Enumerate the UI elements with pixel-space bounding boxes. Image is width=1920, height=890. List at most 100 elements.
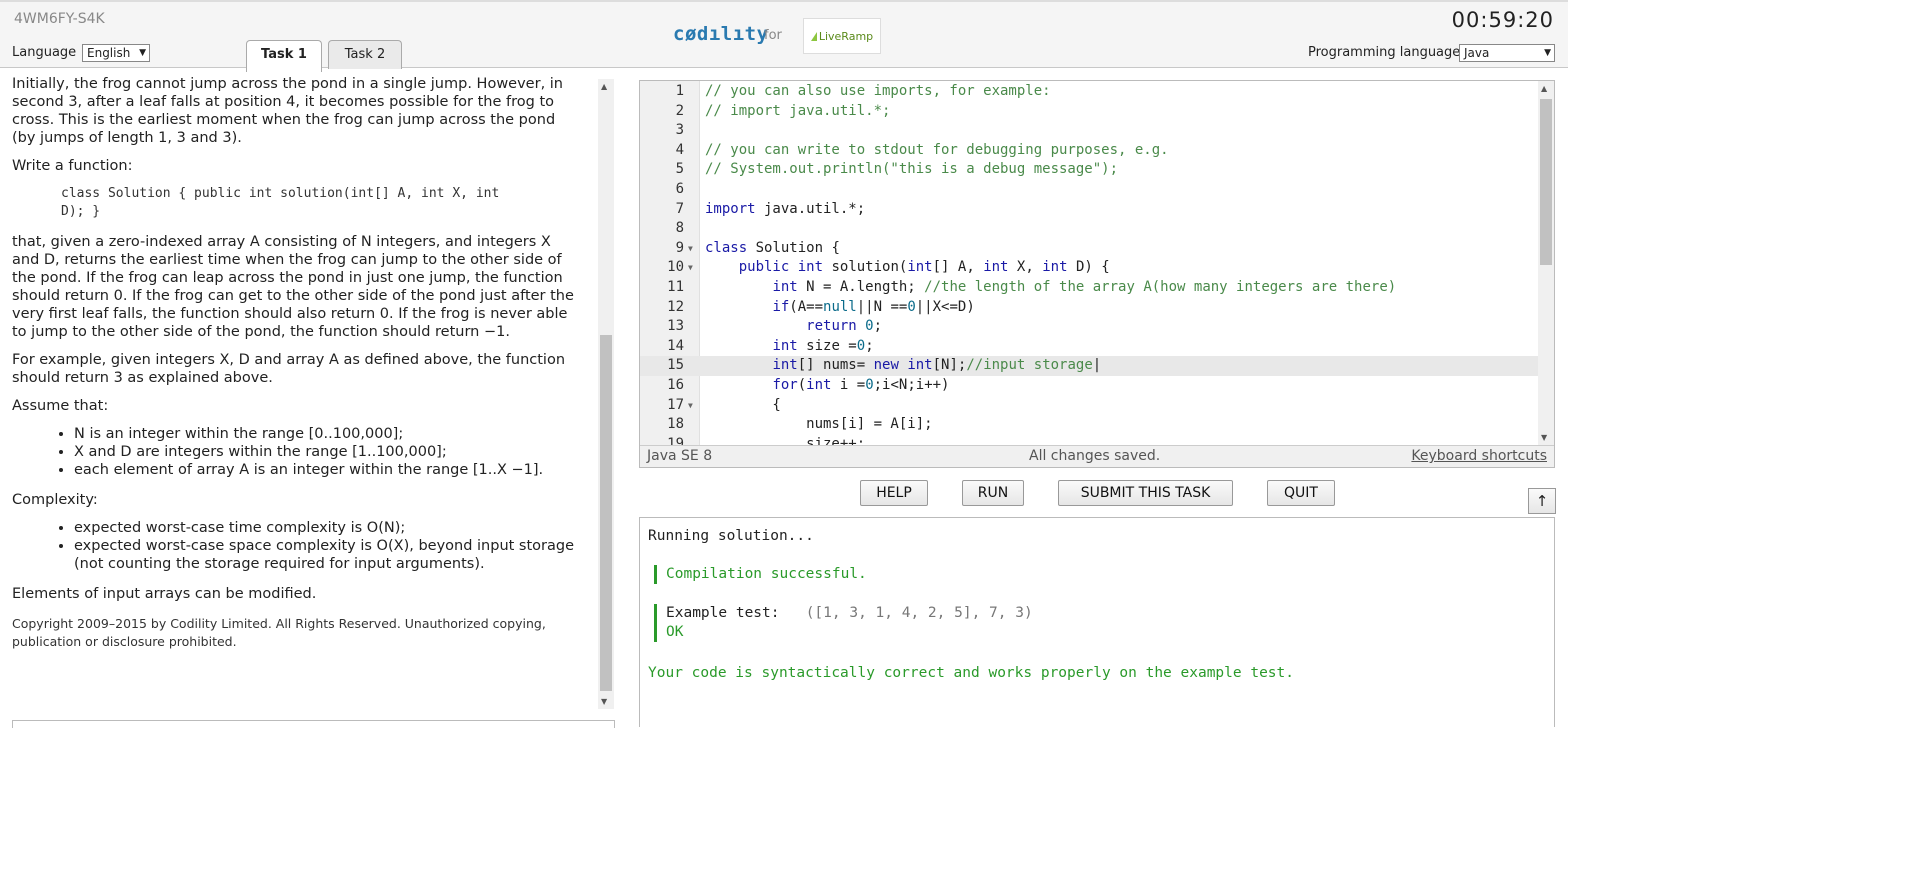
- scroll-up-icon[interactable]: ▲: [601, 82, 607, 91]
- code-line[interactable]: 5 // System.out.println("this is a debug …: [640, 160, 1538, 180]
- fold-icon[interactable]: ▼: [688, 258, 693, 278]
- tab-task-2[interactable]: Task 2: [328, 40, 402, 71]
- programming-language-value: Java: [1464, 46, 1490, 60]
- language-version: Java SE 8: [647, 448, 713, 464]
- brand-for-text: for: [764, 28, 782, 43]
- programming-language-label: Programming language: [1308, 45, 1461, 60]
- code-area[interactable]: 1 // you can also use imports, for exampl…: [640, 81, 1538, 445]
- run-button[interactable]: RUN: [962, 480, 1024, 506]
- code-text[interactable]: // you can also use imports, for example…: [705, 82, 1051, 102]
- code-line[interactable]: 8: [640, 219, 1538, 239]
- code-text[interactable]: for(int i =0;i<N;i++): [705, 376, 949, 396]
- list-item: N is an integer within the range [0..100…: [74, 425, 582, 443]
- code-line[interactable]: 3: [640, 121, 1538, 141]
- code-text[interactable]: int N = A.length; //the length of the ar…: [705, 278, 1396, 298]
- code-text[interactable]: nums[i] = A[i];: [705, 415, 932, 435]
- code-line[interactable]: 16 for(int i =0;i<N;i++): [640, 376, 1538, 396]
- code-text[interactable]: int size =0;: [705, 337, 873, 357]
- line-number: 14: [667, 337, 684, 354]
- code-line[interactable]: 1 // you can also use imports, for exampl…: [640, 82, 1538, 102]
- code-text[interactable]: size++;: [705, 435, 865, 445]
- code-line[interactable]: 12 if(A==null||N ==0||X<=D): [640, 298, 1538, 318]
- task-description: Initially, the frog cannot jump across t…: [12, 75, 582, 651]
- line-number: 13: [667, 318, 684, 335]
- code-line[interactable]: 7 import java.util.*;: [640, 200, 1538, 220]
- code-text[interactable]: // System.out.println("this is a debug m…: [705, 160, 1118, 180]
- code-text[interactable]: return 0;: [705, 317, 882, 337]
- code-line[interactable]: 6: [640, 180, 1538, 200]
- partner-logo: LiveRamp: [803, 18, 881, 54]
- scrollbar-thumb[interactable]: [1540, 99, 1552, 265]
- code-line[interactable]: 4 // you can write to stdout for debuggin…: [640, 141, 1538, 161]
- task-paragraph: Initially, the frog cannot jump across t…: [12, 76, 563, 146]
- assumptions-list: N is an integer within the range [0..100…: [74, 425, 582, 479]
- task-paragraph: that, given a zero-indexed array A consi…: [12, 234, 574, 340]
- code-line[interactable]: 18 nums[i] = A[i];: [640, 415, 1538, 435]
- scroll-up-icon[interactable]: ▲: [1541, 84, 1547, 93]
- code-text[interactable]: import java.util.*;: [705, 200, 865, 220]
- code-text[interactable]: class Solution {: [705, 239, 840, 259]
- line-number: 15: [667, 357, 684, 374]
- code-line[interactable]: 14 int size =0;: [640, 337, 1538, 357]
- language-label: Language: [12, 45, 77, 60]
- copyright-notice: Copyright 2009–2015 by Codility Limited.…: [12, 616, 546, 649]
- example-test-label: Example test:: [666, 605, 780, 621]
- output-console: Running solution... Compilation successf…: [639, 517, 1555, 727]
- help-button[interactable]: HELP: [860, 480, 928, 506]
- line-number: 7: [675, 200, 684, 217]
- line-number: 6: [675, 181, 684, 197]
- leaf-icon: [810, 31, 817, 41]
- line-number: 8: [675, 220, 684, 237]
- code-line[interactable]: 17 ▼ {: [640, 396, 1538, 416]
- keyboard-shortcuts-link[interactable]: Keyboard shortcuts: [1411, 448, 1547, 464]
- scroll-down-icon[interactable]: ▼: [601, 697, 607, 706]
- session-id: 4WM6FY-S4K: [14, 11, 105, 27]
- code-line[interactable]: 15 int[] nums= new int[N];//input storag…: [640, 356, 1538, 376]
- task-paragraph: Elements of input arrays can be modified…: [12, 586, 317, 602]
- task-paragraph: Write a function:: [12, 158, 133, 174]
- expand-up-icon[interactable]: ↑: [1528, 488, 1556, 514]
- code-text[interactable]: if(A==null||N ==0||X<=D): [705, 298, 974, 318]
- line-number: 2: [675, 102, 684, 119]
- code-line[interactable]: 10 ▼ public int solution(int[] A, int X, …: [640, 258, 1538, 278]
- line-number: 10: [667, 259, 684, 276]
- fold-icon[interactable]: ▼: [688, 239, 693, 259]
- editor-scrollbar[interactable]: ▲ ▼: [1538, 81, 1554, 445]
- fold-icon[interactable]: ▼: [688, 396, 693, 416]
- code-text[interactable]: // you can write to stdout for debugging…: [705, 141, 1169, 161]
- scroll-down-icon[interactable]: ▼: [1541, 433, 1547, 442]
- code-text[interactable]: // import java.util.*;: [705, 102, 890, 122]
- programming-language-select[interactable]: Java ▼: [1459, 44, 1555, 62]
- code-text[interactable]: {: [705, 396, 780, 416]
- code-text[interactable]: int[] nums= new int[N];//input storage|: [705, 356, 1101, 376]
- countdown-timer: 00:59:20: [1451, 8, 1554, 32]
- line-number: 9: [675, 239, 684, 256]
- code-line[interactable]: 9 ▼ class Solution {: [640, 239, 1538, 259]
- submit-task-button[interactable]: SUBMIT THIS TASK: [1058, 480, 1233, 506]
- line-number: 11: [667, 279, 684, 295]
- line-number: 17: [667, 396, 684, 413]
- task-paragraph: For example, given integers X, D and arr…: [12, 352, 566, 386]
- code-line[interactable]: 2 // import java.util.*;: [640, 102, 1538, 122]
- task-description-panel: Initially, the frog cannot jump across t…: [0, 69, 617, 728]
- line-number: 5: [675, 161, 684, 178]
- quit-button[interactable]: QUIT: [1267, 480, 1335, 506]
- example-test-args: ([1, 3, 1, 4, 2, 5], 7, 3): [805, 605, 1033, 621]
- tab-task-1[interactable]: Task 1: [246, 40, 322, 72]
- code-line[interactable]: 11 int N = A.length; //the length of the…: [640, 278, 1538, 298]
- task-panel-bottom-frame: [12, 720, 615, 728]
- example-test-status: OK: [666, 624, 684, 640]
- line-number: 19: [667, 435, 684, 445]
- language-select[interactable]: English ▼: [82, 44, 150, 62]
- code-line[interactable]: 13 return 0;: [640, 317, 1538, 337]
- code-line[interactable]: 19 size++;: [640, 435, 1538, 445]
- scrollbar-thumb[interactable]: [600, 335, 612, 691]
- code-text[interactable]: public int solution(int[] A, int X, int …: [705, 258, 1110, 278]
- chevron-down-icon: ▼: [139, 48, 146, 58]
- task-scrollbar[interactable]: ▲ ▼: [598, 79, 614, 709]
- running-status: Running solution...: [648, 528, 814, 544]
- complexity-list: expected worst-case time complexity is O…: [74, 519, 582, 573]
- list-item: expected worst-case space complexity is …: [74, 537, 582, 573]
- list-item: each element of array A is an integer wi…: [74, 461, 582, 479]
- code-editor[interactable]: 1 // you can also use imports, for exampl…: [639, 80, 1555, 468]
